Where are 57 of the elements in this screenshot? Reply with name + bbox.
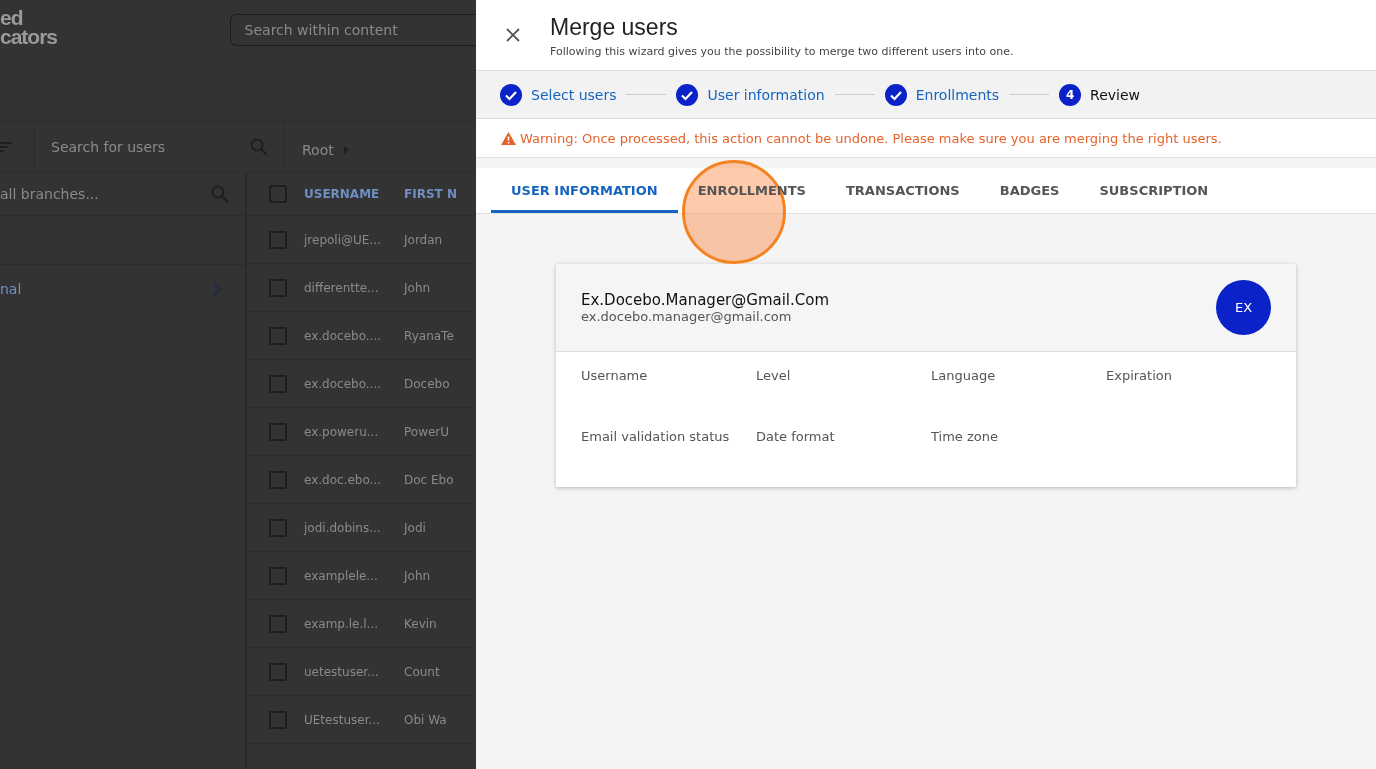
field-label: Email validation status [581,429,731,444]
table-cell-text: UEtestuser... [304,712,381,727]
step-label[interactable]: Select users [531,86,617,103]
tab[interactable]: BADGES [979,168,1080,213]
table-cell: Docebo [404,376,450,391]
check-circle-icon [884,83,907,106]
tab[interactable]: SUBSCRIPTION [1079,168,1229,213]
table-cell-text: uetestuser... [304,664,380,679]
tab[interactable]: USER INFORMATION [491,168,678,213]
table-cell: Doc Ebo [404,472,454,487]
table-cell-text: differentte... [304,280,380,295]
close-icon[interactable] [506,28,520,42]
check-circle-icon [676,83,699,106]
step-label[interactable]: User information [707,86,825,103]
warning-message: Warning: Once processed, this action cannot be undone. Please make sure you are merging the right users. [520,130,1222,146]
table-cell: PowerU [404,424,450,439]
column-header[interactable]: USERNAME [304,187,404,201]
field-label: Time zone [931,429,999,444]
table-cell-text: ex.docebo.... [304,376,383,391]
table-cell-text: examp.le.l... [304,616,380,631]
dialog-subtitle: Following this wizard gives you the possibility to merge two different users into one. [550,45,1014,58]
table-cell: John [404,568,431,583]
avatar: EX [1216,280,1271,335]
breadcrumb[interactable]: Root [302,142,334,158]
table-cell-text: examplele... [304,568,379,583]
field-label: Date format [756,429,836,444]
user-search-field[interactable]: Search for users [51,139,166,155]
table-cell: John [404,280,431,295]
table-cell: RyanaTe [404,328,454,343]
table-cell-text: jodi.dobins... [304,520,382,535]
step-number: 4 [1059,83,1082,106]
table-cell: Obi Wa [404,712,447,727]
field-label: Expiration [1106,368,1173,383]
user-email: ex.docebo.manager@gmail.com [581,309,793,324]
table-cell-text: jrepoli@UE... [304,232,382,247]
table-cell: Kevin [404,616,437,631]
search-field[interactable]: Search within content [229,14,476,46]
table-cell-text: ex.docebo.... [304,328,383,343]
table-cell-text: ex.poweru... [304,424,380,439]
field-label: Username [581,368,649,383]
dialog-title: Merge users [550,14,679,41]
column-header[interactable]: FIRST N [404,187,457,201]
warning-icon [501,131,516,145]
table-cell-text: ex.doc.ebo... [304,472,383,487]
branch-item[interactable]: nal [0,281,22,297]
user-name: Ex.Docebo.Manager@Gmail.Com [581,291,830,309]
tab[interactable]: TRANSACTIONS [825,168,980,213]
field-label: Language [931,368,997,383]
step-label[interactable]: Review [1090,86,1141,103]
table-cell: Jordan [404,232,443,247]
step-label[interactable]: Enrollments [915,86,1000,103]
check-circle-icon [500,83,522,106]
table-cell: Count [404,664,440,679]
logo: ed cators [0,5,59,46]
table-cell: Jodi [404,520,426,535]
field-label: Level [756,368,792,383]
branch-search-field[interactable]: all branches... [0,186,99,202]
